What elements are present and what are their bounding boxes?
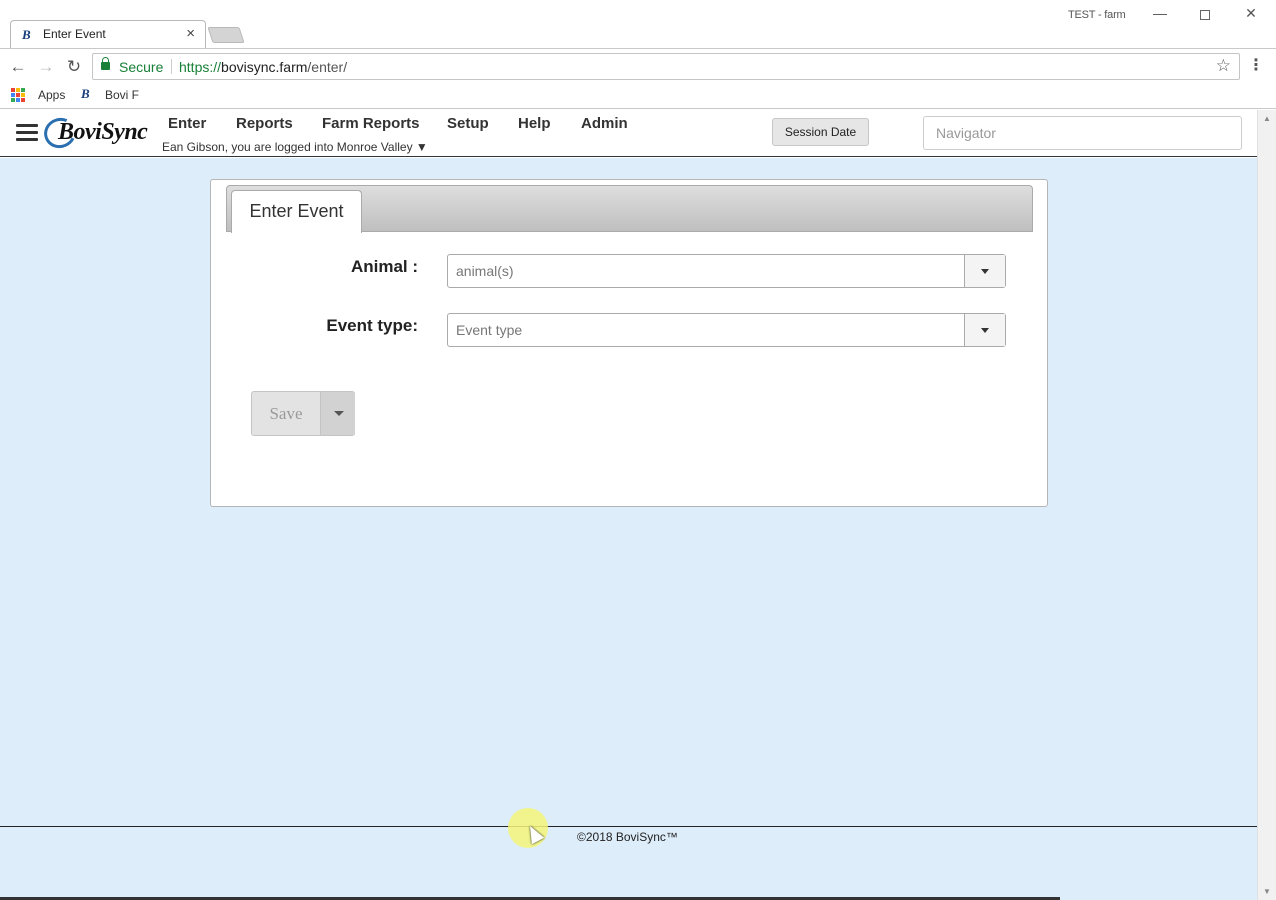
event-type-label: Event type: xyxy=(326,316,418,335)
back-button[interactable]: ← xyxy=(6,55,30,79)
enter-event-panel: Enter Event Animal : Event type: Save xyxy=(210,179,1048,507)
apps-dot xyxy=(11,98,15,102)
bovisync-logo[interactable]: BoviSync xyxy=(39,113,156,153)
apps-dot xyxy=(16,88,20,92)
farm-switcher[interactable]: Ean Gibson, you are logged into Monroe V… xyxy=(162,140,428,154)
hamburger-menu-icon[interactable] xyxy=(16,124,38,142)
forward-button[interactable]: → xyxy=(34,55,58,79)
apps-dot xyxy=(16,93,20,97)
animal-select[interactable] xyxy=(447,254,1006,288)
bovisync-favicon-icon: B xyxy=(22,27,31,42)
tab-close-icon[interactable]: × xyxy=(186,25,195,42)
nav-enter[interactable]: Enter xyxy=(168,115,206,132)
reload-button[interactable]: ↻ xyxy=(62,55,86,79)
nav-admin[interactable]: Admin xyxy=(581,115,628,132)
bookmarks-bar: Apps B Bovi F xyxy=(0,84,1276,109)
nav-setup[interactable]: Setup xyxy=(447,115,489,132)
bookmark-bovi-f[interactable]: Bovi F xyxy=(105,88,139,102)
bookmark-apps[interactable]: Apps xyxy=(38,88,65,102)
nav-reports[interactable]: Reports xyxy=(236,115,293,132)
bookmark-star-icon[interactable]: ☆ xyxy=(1216,56,1231,76)
minimize-button[interactable]: — xyxy=(1145,5,1175,27)
animal-label: Animal : xyxy=(350,257,418,276)
panel-tabstrip: Enter Event xyxy=(226,185,1033,233)
omnibox-separator xyxy=(171,59,172,74)
apps-dot xyxy=(16,98,20,102)
app-header: BoviSync Enter Reports Farm Reports Setu… xyxy=(0,110,1257,157)
tab-title: Enter Event xyxy=(43,27,106,41)
nav-help[interactable]: Help xyxy=(518,115,551,132)
browser-toolbar: ← → ↻ Secure https://bovisync.farm/enter… xyxy=(0,48,1276,84)
page-scrollbar[interactable]: ▲ ▼ xyxy=(1257,110,1276,900)
session-date-button[interactable]: Session Date xyxy=(772,118,869,146)
lock-icon xyxy=(101,57,110,70)
apps-dot xyxy=(11,88,15,92)
maximize-icon xyxy=(1200,10,1210,20)
scroll-up-arrow-icon[interactable]: ▲ xyxy=(1258,110,1276,127)
logo-text: BoviSync xyxy=(58,119,148,145)
url-scheme: https:// xyxy=(179,59,222,75)
bovi-bookmark-icon: B xyxy=(81,86,90,101)
apps-dot xyxy=(21,93,25,97)
scroll-down-arrow-icon[interactable]: ▼ xyxy=(1258,883,1276,900)
event-type-input[interactable] xyxy=(448,314,964,346)
footer-copyright: ©2018 BoviSync™ xyxy=(577,830,678,844)
url-text[interactable]: https://bovisync.farm/enter/ xyxy=(179,59,347,75)
window-profile-label: TEST - farm xyxy=(1068,9,1126,21)
event-type-select[interactable] xyxy=(447,313,1006,347)
save-options-caret-icon[interactable] xyxy=(320,392,355,435)
navigator-input[interactable] xyxy=(923,116,1242,150)
apps-dot xyxy=(21,88,25,92)
browser-tab-enter-event[interactable]: B Enter Event × xyxy=(10,20,206,48)
window-close-button[interactable]: ✕ xyxy=(1236,5,1266,27)
apps-grid-icon[interactable] xyxy=(11,88,25,102)
footer-divider xyxy=(0,826,1257,827)
new-tab-button[interactable] xyxy=(207,27,245,43)
apps-dot xyxy=(21,98,25,102)
animal-dropdown-caret-icon[interactable] xyxy=(964,255,1005,287)
address-bar[interactable]: Secure https://bovisync.farm/enter/ ☆ xyxy=(92,53,1240,80)
main-content: Enter Event Animal : Event type: Save ©2… xyxy=(0,158,1257,900)
secure-label: Secure xyxy=(119,59,164,75)
event-type-dropdown-caret-icon[interactable] xyxy=(964,314,1005,346)
browser-menu-icon[interactable]: ⋮ xyxy=(1248,55,1264,75)
url-host: bovisync.farm xyxy=(221,59,308,75)
animal-input[interactable] xyxy=(448,255,964,287)
save-split-button: Save xyxy=(251,391,355,436)
apps-dot xyxy=(11,93,15,97)
maximize-button[interactable] xyxy=(1190,5,1220,27)
nav-farm-reports[interactable]: Farm Reports xyxy=(322,115,420,132)
browser-titlebar: B Enter Event × TEST - farm — ✕ xyxy=(0,0,1276,48)
save-button[interactable]: Save xyxy=(252,392,320,435)
tab-enter-event[interactable]: Enter Event xyxy=(231,190,362,233)
url-path: /enter/ xyxy=(307,59,348,75)
